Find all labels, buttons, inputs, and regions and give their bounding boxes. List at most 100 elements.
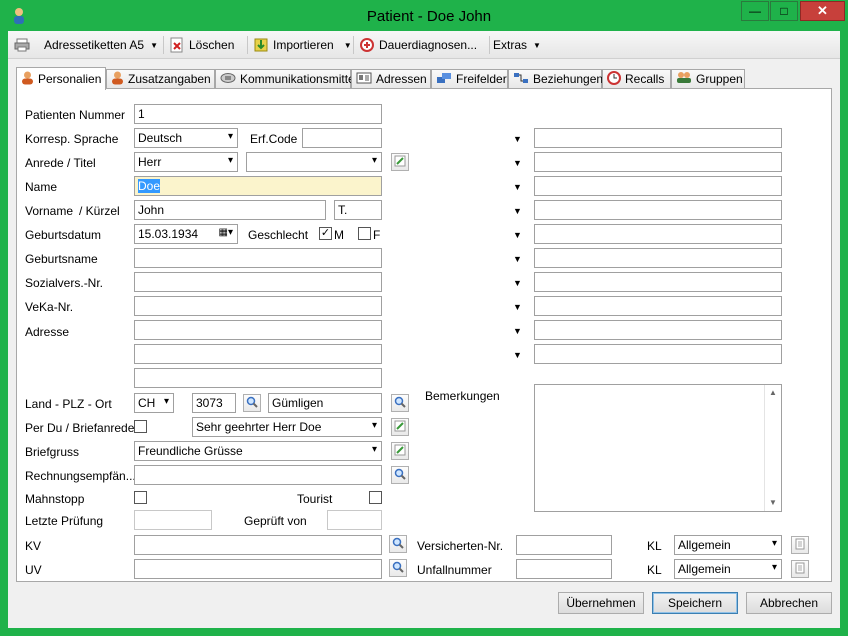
zip-search-button[interactable] bbox=[243, 394, 261, 412]
address-line2-field[interactable] bbox=[134, 344, 382, 364]
edit-icon bbox=[394, 420, 406, 435]
address-labels-label: Adressetiketten A5 bbox=[44, 38, 145, 52]
kv-field[interactable] bbox=[134, 535, 382, 555]
chevron-down-icon: ▾ bbox=[771, 562, 777, 573]
uv-search-button[interactable] bbox=[389, 559, 407, 577]
import-button[interactable]: Importieren ▼ bbox=[253, 36, 352, 54]
name-field[interactable]: Doe bbox=[134, 176, 382, 196]
remarks-textarea[interactable]: ▲ ▼ bbox=[534, 384, 782, 512]
zip-field[interactable]: 3073 bbox=[192, 393, 236, 413]
comm-type-dropdown[interactable]: ▼ bbox=[513, 230, 522, 240]
tab-gruppen[interactable]: Gruppen bbox=[671, 69, 745, 88]
apply-button[interactable]: Übernehmen bbox=[558, 592, 644, 614]
comm-type-dropdown[interactable]: ▼ bbox=[513, 182, 522, 192]
save-button[interactable]: Speichern bbox=[652, 592, 738, 614]
comm-field-8[interactable] bbox=[534, 296, 782, 316]
kv-label: KV bbox=[25, 539, 42, 553]
comm-field-9[interactable] bbox=[534, 320, 782, 340]
delete-document-icon bbox=[169, 37, 185, 53]
language-select[interactable]: Deutsch ▾ bbox=[134, 128, 238, 148]
comm-field-7[interactable] bbox=[534, 272, 782, 292]
kl-uv-select[interactable]: Allgemein ▾ bbox=[674, 559, 782, 579]
diagnoses-button[interactable]: Dauerdiagnosen... bbox=[359, 36, 477, 54]
gender-f-checkbox[interactable] bbox=[358, 227, 371, 240]
tourist-label: Tourist bbox=[297, 492, 333, 506]
insured-number-field[interactable] bbox=[516, 535, 612, 555]
tourist-checkbox[interactable] bbox=[369, 491, 382, 504]
clock-icon bbox=[607, 70, 621, 88]
extras-menu[interactable]: Extras ▼ bbox=[493, 36, 541, 54]
chevron-down-icon: ▾ bbox=[371, 155, 377, 166]
address-labels-button[interactable]: Adressetiketten A5 ▼ bbox=[44, 36, 158, 54]
dropdown-caret-icon: ▼ bbox=[343, 40, 352, 50]
comm-type-dropdown[interactable]: ▼ bbox=[513, 254, 522, 264]
kv-search-button[interactable] bbox=[389, 535, 407, 553]
briefgruss-select[interactable]: Freundliche Grüsse ▾ bbox=[134, 441, 382, 461]
comm-field-3[interactable] bbox=[534, 176, 782, 196]
mahnstopp-checkbox[interactable] bbox=[134, 491, 147, 504]
letter-salutation-select[interactable]: Sehr geehrter Herr Doe ▾ bbox=[192, 417, 382, 437]
address-line1-field[interactable] bbox=[134, 320, 382, 340]
patient-number-field[interactable]: 1 bbox=[134, 104, 382, 124]
minimize-button[interactable]: — bbox=[741, 1, 769, 21]
uv-field[interactable] bbox=[134, 559, 382, 579]
scroll-down-icon[interactable]: ▼ bbox=[765, 495, 781, 511]
accident-number-field[interactable] bbox=[516, 559, 612, 579]
short-field[interactable]: T. bbox=[334, 200, 382, 220]
billing-recipient-field[interactable] bbox=[134, 465, 382, 485]
tab-recalls[interactable]: Recalls bbox=[602, 69, 671, 88]
city-field[interactable]: Gümligen bbox=[268, 393, 382, 413]
tab-beziehungen[interactable]: Beziehungen bbox=[508, 69, 603, 88]
kl-uv-details-button[interactable] bbox=[791, 560, 809, 578]
firstname-field[interactable]: John bbox=[134, 200, 326, 220]
salutation-select[interactable]: Herr ▾ bbox=[134, 152, 238, 172]
scroll-up-icon[interactable]: ▲ bbox=[765, 385, 781, 401]
comm-field-2[interactable] bbox=[534, 152, 782, 172]
close-button[interactable]: ✕ bbox=[800, 1, 845, 21]
perdu-checkbox[interactable] bbox=[134, 420, 147, 433]
name-label: Name bbox=[25, 180, 58, 194]
comm-field-10[interactable] bbox=[534, 344, 782, 364]
comm-type-dropdown[interactable]: ▼ bbox=[513, 134, 522, 144]
comm-type-dropdown[interactable]: ▼ bbox=[513, 350, 522, 360]
tab-zusatzangaben[interactable]: Zusatzangaben bbox=[106, 69, 215, 88]
erf-code-field[interactable] bbox=[302, 128, 382, 148]
city-search-button[interactable] bbox=[391, 394, 409, 412]
comm-type-dropdown[interactable]: ▼ bbox=[513, 206, 522, 216]
tab-personalien[interactable]: Personalien bbox=[16, 67, 106, 90]
delete-button[interactable]: Löschen bbox=[169, 36, 234, 54]
billing-search-button[interactable] bbox=[391, 466, 409, 484]
tab-freifelder[interactable]: Freifelder bbox=[431, 69, 508, 88]
tab-adressen[interactable]: Adressen bbox=[351, 69, 431, 88]
comm-field-4[interactable] bbox=[534, 200, 782, 220]
address-line3-field[interactable] bbox=[134, 368, 382, 388]
comm-field-6[interactable] bbox=[534, 248, 782, 268]
edit-letter-salutation-button[interactable] bbox=[391, 418, 409, 436]
comm-field-1[interactable] bbox=[534, 128, 782, 148]
card-icon bbox=[356, 72, 372, 87]
edit-briefgruss-button[interactable] bbox=[391, 442, 409, 460]
comm-field-5[interactable] bbox=[534, 224, 782, 244]
birthname-field[interactable] bbox=[134, 248, 382, 268]
kl-kv-details-button[interactable] bbox=[791, 536, 809, 554]
chevron-down-icon: ▾ bbox=[163, 396, 169, 407]
comm-type-dropdown[interactable]: ▼ bbox=[513, 278, 522, 288]
title-select[interactable]: ▾ bbox=[246, 152, 382, 172]
print-button[interactable] bbox=[14, 36, 30, 54]
remarks-scrollbar[interactable]: ▲ ▼ bbox=[764, 385, 781, 511]
comm-type-dropdown[interactable]: ▼ bbox=[513, 158, 522, 168]
gender-m-checkbox[interactable]: ✓ bbox=[319, 227, 332, 240]
maximize-button[interactable]: □ bbox=[770, 1, 798, 21]
tab-kommunikationsmittel[interactable]: Kommunikationsmittel bbox=[215, 69, 357, 88]
country-select[interactable]: CH ▾ bbox=[134, 393, 174, 413]
cancel-button[interactable]: Abbrechen bbox=[746, 592, 832, 614]
tab-label: Adressen bbox=[376, 72, 427, 86]
birthdate-picker[interactable]: 15.03.1934 ▦▾ bbox=[134, 224, 238, 244]
comm-type-dropdown[interactable]: ▼ bbox=[513, 326, 522, 336]
social-security-field[interactable] bbox=[134, 272, 382, 292]
veka-field[interactable] bbox=[134, 296, 382, 316]
tab-label: Zusatzangaben bbox=[128, 72, 211, 86]
kl-kv-select[interactable]: Allgemein ▾ bbox=[674, 535, 782, 555]
comm-type-dropdown[interactable]: ▼ bbox=[513, 302, 522, 312]
edit-title-button[interactable] bbox=[391, 153, 409, 171]
